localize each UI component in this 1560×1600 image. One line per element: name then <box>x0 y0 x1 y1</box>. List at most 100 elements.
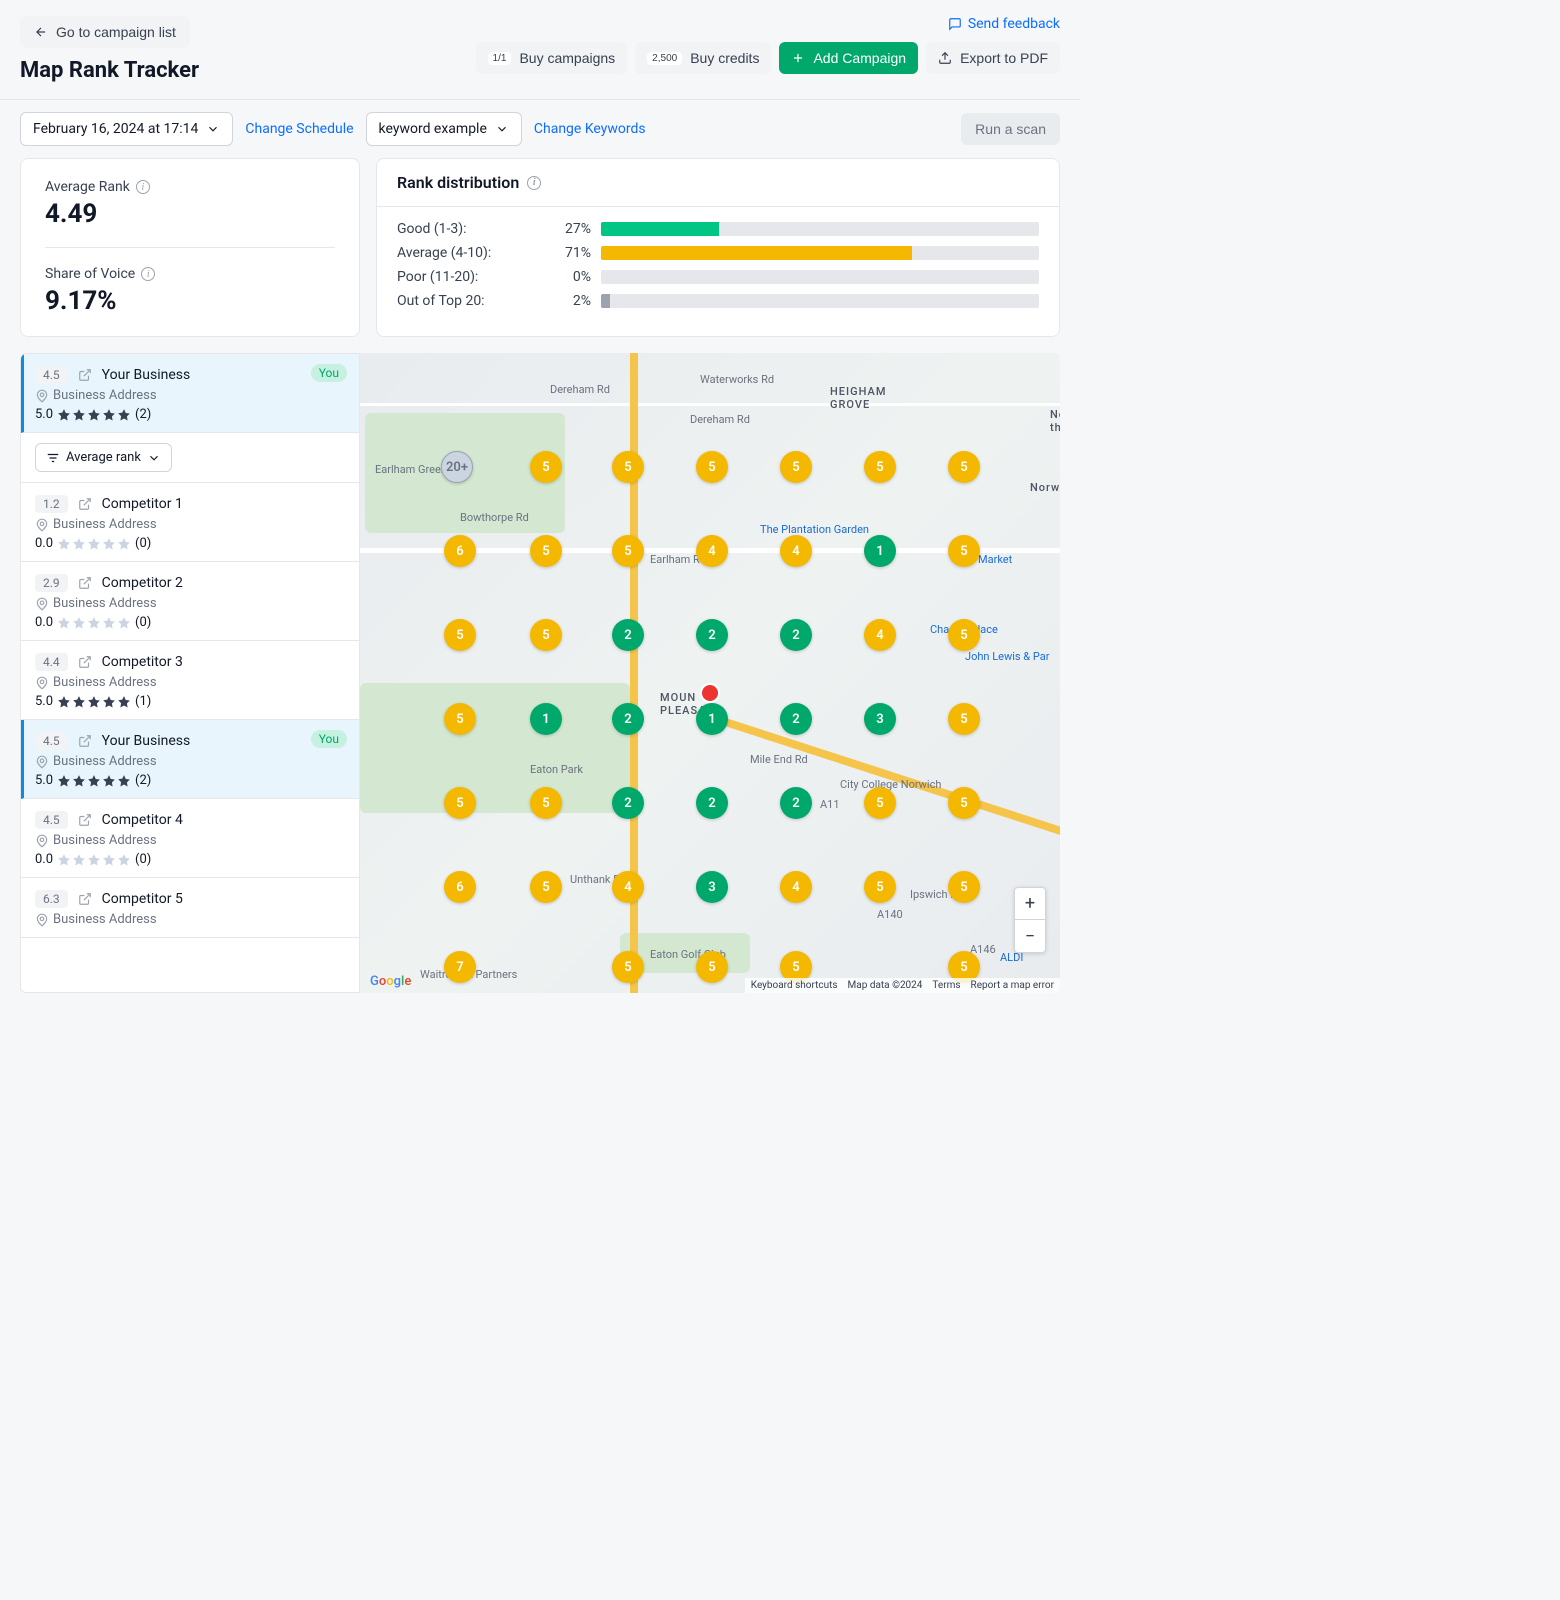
run-scan-button[interactable]: Run a scan <box>961 113 1060 145</box>
listings-panel[interactable]: You4.5Your BusinessBusiness Address5.0 (… <box>20 353 360 993</box>
change-schedule-link[interactable]: Change Schedule <box>245 121 353 137</box>
listing-item[interactable]: 1.2Competitor 1Business Address0.0 (0) <box>21 483 359 562</box>
send-feedback-link[interactable]: Send feedback <box>948 16 1060 32</box>
listing-item[interactable]: You4.5Your BusinessBusiness Address5.0 (… <box>21 720 359 799</box>
export-pdf-button[interactable]: Export to PDF <box>926 42 1060 74</box>
listing-item[interactable]: 2.9Competitor 2Business Address0.0 (0) <box>21 562 359 641</box>
map-label: The Plantation Garden <box>760 523 869 536</box>
rank-pin[interactable]: 5 <box>948 619 980 651</box>
rank-pin[interactable]: 5 <box>530 535 562 567</box>
buy-credits-button[interactable]: 2,500 Buy credits <box>635 42 771 74</box>
google-logo: Google <box>370 974 411 989</box>
rank-pin[interactable]: 2 <box>780 703 812 735</box>
rank-pin[interactable]: 4 <box>864 619 896 651</box>
rank-pin[interactable]: 5 <box>864 451 896 483</box>
external-link-icon[interactable] <box>78 734 92 748</box>
location-icon <box>35 913 49 927</box>
rank-pin[interactable]: 1 <box>530 703 562 735</box>
keyword-selector[interactable]: keyword example <box>366 112 522 146</box>
info-icon[interactable]: i <box>527 176 541 190</box>
external-link-icon[interactable] <box>78 576 92 590</box>
external-link-icon[interactable] <box>78 497 92 511</box>
rank-pin[interactable]: 5 <box>696 451 728 483</box>
rank-pin[interactable]: 3 <box>864 703 896 735</box>
add-campaign-button[interactable]: Add Campaign <box>779 42 918 74</box>
rank-pin[interactable]: 5 <box>696 951 728 983</box>
rank-pin[interactable]: 4 <box>780 535 812 567</box>
external-link-icon[interactable] <box>78 655 92 669</box>
rank-pin[interactable]: 5 <box>864 871 896 903</box>
back-button[interactable]: Go to campaign list <box>20 16 190 48</box>
zoom-out-button[interactable]: − <box>1015 920 1045 952</box>
rank-pin[interactable]: 5 <box>864 787 896 819</box>
date-selector[interactable]: February 16, 2024 at 17:14 <box>20 112 233 146</box>
buy-campaigns-button[interactable]: 1/1 Buy campaigns <box>476 42 628 74</box>
external-link-icon[interactable] <box>78 368 92 382</box>
location-icon <box>35 597 49 611</box>
arrow-left-icon <box>34 25 48 39</box>
external-link-icon[interactable] <box>78 892 92 906</box>
listing-item[interactable]: 4.4Competitor 3Business Address5.0 (1) <box>21 641 359 720</box>
map-label: Dereham Rd <box>550 383 610 396</box>
map-label: Norvthe <box>1050 408 1060 434</box>
rank-pin[interactable]: 4 <box>696 535 728 567</box>
rank-pin[interactable]: 1 <box>696 703 728 735</box>
rank-pin[interactable]: 6 <box>444 871 476 903</box>
rank-pin[interactable]: 2 <box>696 787 728 819</box>
rank-pin[interactable]: 2 <box>612 619 644 651</box>
rank-pin[interactable]: 5 <box>612 451 644 483</box>
rank-pin[interactable]: 4 <box>612 871 644 903</box>
rank-badge: 2.9 <box>35 574 68 592</box>
rank-pin[interactable]: 5 <box>612 535 644 567</box>
rank-pin[interactable]: 20+ <box>441 451 473 483</box>
listing-item[interactable]: You4.5Your BusinessBusiness Address5.0 (… <box>21 354 359 433</box>
rank-pin[interactable]: 3 <box>696 871 728 903</box>
rank-pin[interactable]: 5 <box>948 535 980 567</box>
listing-item[interactable]: 6.3Competitor 5Business Address <box>21 878 359 938</box>
rank-pin[interactable]: 2 <box>696 619 728 651</box>
rank-pin[interactable]: 2 <box>612 703 644 735</box>
rank-pin[interactable]: 5 <box>444 703 476 735</box>
chevron-down-icon <box>206 122 220 136</box>
chevron-down-icon <box>495 122 509 136</box>
map-label: Waterworks Rd <box>700 373 774 386</box>
rank-pin[interactable]: 2 <box>612 787 644 819</box>
rank-pin[interactable]: 4 <box>780 871 812 903</box>
map-label: A11 <box>820 798 840 811</box>
you-badge: You <box>311 364 347 382</box>
rank-badge: 4.4 <box>35 653 68 671</box>
map-attribution: Keyboard shortcuts Map data ©2024 Terms … <box>745 978 1060 993</box>
rank-pin[interactable]: 1 <box>864 535 896 567</box>
rank-pin[interactable]: 5 <box>948 703 980 735</box>
rank-pin[interactable]: 5 <box>444 619 476 651</box>
rank-pin[interactable]: 5 <box>530 451 562 483</box>
rank-pin[interactable]: 5 <box>444 787 476 819</box>
rank-badge: 4.5 <box>35 366 68 384</box>
rank-badge: 4.5 <box>35 811 68 829</box>
info-icon[interactable]: i <box>141 267 155 281</box>
info-icon[interactable]: i <box>136 180 150 194</box>
rank-row: Out of Top 20:2% <box>397 293 1039 309</box>
rank-pin[interactable]: 5 <box>948 871 980 903</box>
rank-pin[interactable]: 7 <box>444 951 476 983</box>
rank-pin[interactable]: 5 <box>530 787 562 819</box>
change-keywords-link[interactable]: Change Keywords <box>534 121 646 137</box>
rank-pin[interactable]: 5 <box>530 871 562 903</box>
map[interactable]: Dereham RdWaterworks RdHEIGHAMGROVENorvt… <box>360 353 1060 993</box>
rank-pin[interactable]: 2 <box>780 619 812 651</box>
rank-pin[interactable]: 6 <box>444 535 476 567</box>
you-badge: You <box>311 730 347 748</box>
listing-item[interactable]: 4.5Competitor 4Business Address0.0 (0) <box>21 799 359 878</box>
rank-pin[interactable]: 5 <box>948 787 980 819</box>
rank-pin[interactable]: 5 <box>530 619 562 651</box>
sort-button[interactable]: Average rank <box>35 443 172 472</box>
rank-badge: 4.5 <box>35 732 68 750</box>
external-link-icon[interactable] <box>78 813 92 827</box>
rank-pin[interactable]: 5 <box>612 951 644 983</box>
rank-pin[interactable]: 2 <box>780 787 812 819</box>
rank-pin[interactable]: 5 <box>948 451 980 483</box>
zoom-in-button[interactable]: + <box>1015 888 1045 920</box>
map-label: Norwich <box>1030 481 1060 494</box>
rank-pin[interactable]: 5 <box>780 451 812 483</box>
map-label: John Lewis & Par <box>965 650 1049 663</box>
